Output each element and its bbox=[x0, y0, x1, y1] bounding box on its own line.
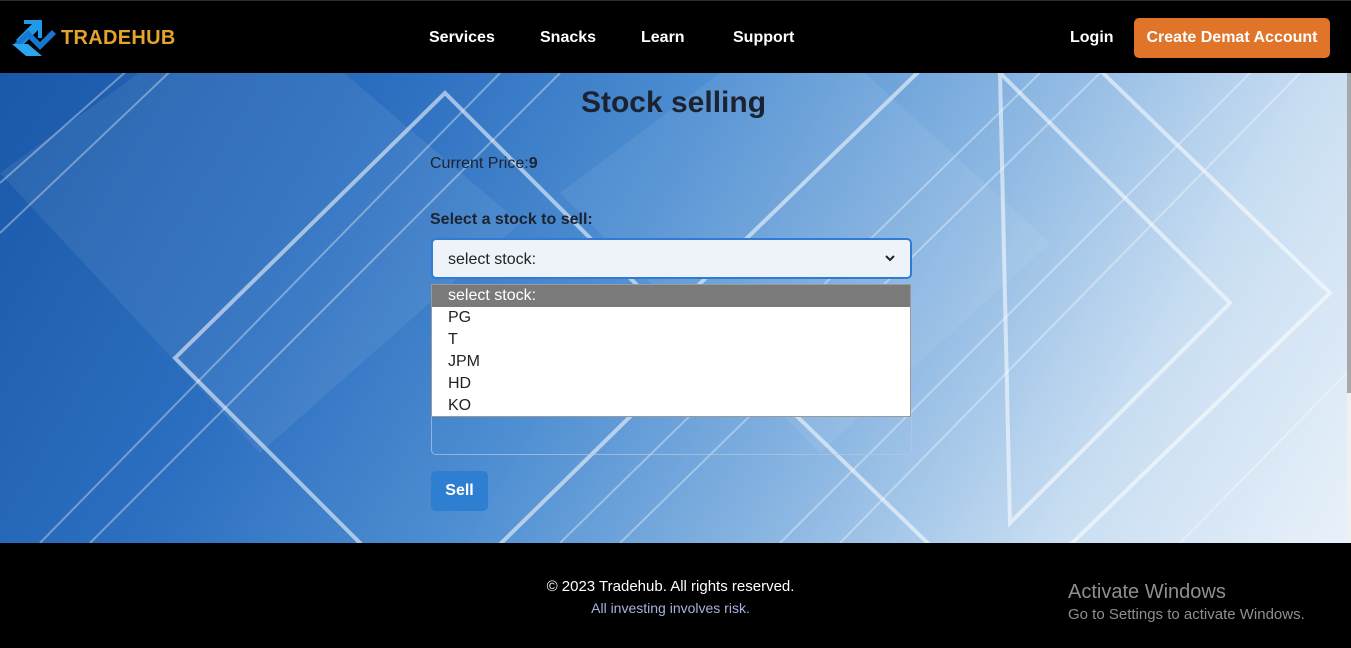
page-title: Stock selling bbox=[580, 86, 767, 119]
dropdown-option-t[interactable]: T bbox=[432, 329, 910, 351]
nav-link-support[interactable]: Support bbox=[733, 29, 794, 47]
dropdown-option-placeholder[interactable]: select stock: bbox=[432, 285, 910, 307]
login-link[interactable]: Login bbox=[1070, 29, 1114, 47]
nav-link-services[interactable]: Services bbox=[429, 29, 495, 47]
create-demat-account-button[interactable]: Create Demat Account bbox=[1134, 18, 1330, 58]
current-price-value: 9 bbox=[528, 155, 538, 172]
page-scrollbar-thumb[interactable] bbox=[1347, 73, 1351, 393]
stock-dropdown-list: select stock: PG T JPM HD KO bbox=[431, 284, 911, 417]
activate-windows-subtitle: Go to Settings to activate Windows. bbox=[1068, 606, 1305, 623]
sell-button[interactable]: Sell bbox=[431, 471, 488, 511]
stock-select-label: Select a stock to sell: bbox=[430, 211, 593, 228]
brand-name: TRADEHUB bbox=[61, 26, 176, 49]
chevron-down-icon bbox=[885, 255, 895, 262]
dropdown-option-pg[interactable]: PG bbox=[432, 307, 910, 329]
dropdown-option-ko[interactable]: KO bbox=[432, 395, 910, 417]
footer: © 2023 Tradehub. All rights reserved. Al… bbox=[0, 543, 1351, 648]
current-price: Current Price:9 bbox=[430, 155, 538, 173]
nav-link-snacks[interactable]: Snacks bbox=[540, 29, 596, 47]
blue-arrow-icon bbox=[12, 20, 56, 56]
nav-link-learn[interactable]: Learn bbox=[641, 29, 685, 47]
dropdown-option-jpm[interactable]: JPM bbox=[432, 351, 910, 373]
activate-windows-title: Activate Windows bbox=[1068, 581, 1226, 603]
stock-select[interactable]: select stock: bbox=[431, 238, 912, 279]
stock-select-value: select stock: bbox=[448, 251, 537, 268]
dropdown-option-hd[interactable]: HD bbox=[432, 373, 910, 395]
brand[interactable]: TRADEHUB bbox=[12, 20, 176, 56]
navbar: TRADEHUB Services Snacks Learn Support L… bbox=[0, 0, 1351, 73]
current-price-label: Current Price: bbox=[430, 155, 529, 172]
